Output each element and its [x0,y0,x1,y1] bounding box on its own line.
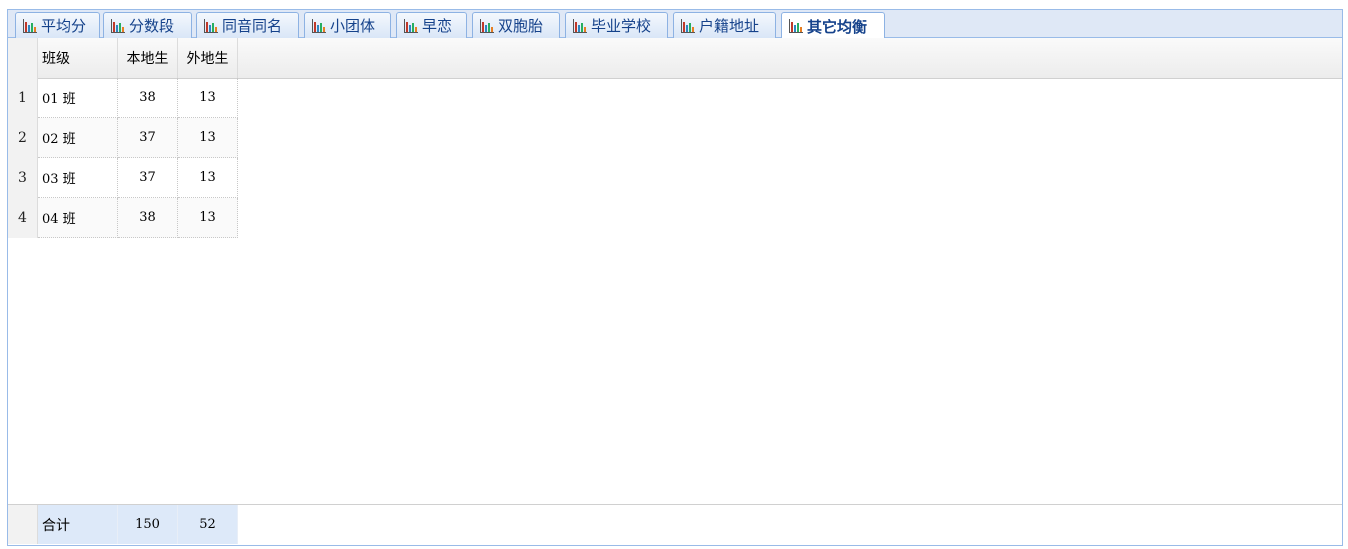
tab-puppy-love[interactable]: 早恋 [396,12,467,38]
cell-nonlocal[interactable]: 13 [178,78,238,118]
tab-small-group[interactable]: 小团体 [304,12,391,38]
cell-class[interactable]: 03 班 [38,158,118,198]
bar-chart-icon [480,18,494,33]
tab-label: 早恋 [422,17,453,35]
column-header-nonlocal[interactable]: 外地生 [178,38,238,78]
tab-other-balance[interactable]: 其它均衡 [781,12,885,39]
tab-label: 户籍地址 [699,17,760,35]
cell-class[interactable]: 04 班 [38,198,118,238]
bar-chart-icon [681,18,695,33]
column-header-class[interactable]: 班级 [38,38,118,78]
bar-chart-icon [404,18,418,33]
tab-label: 同音同名 [222,17,283,35]
cell-nonlocal[interactable]: 13 [178,158,238,198]
cell-class[interactable]: 02 班 [38,118,118,158]
tab-label: 平均分 [41,17,87,35]
summary-row: 合计 150 52 [8,504,1342,545]
tab-label: 分数段 [129,17,175,35]
cell-nonlocal[interactable]: 13 [178,118,238,158]
tab-label: 双胞胎 [498,17,544,35]
tab-label: 小团体 [330,17,376,35]
bar-chart-icon [312,18,326,33]
tab-score-range[interactable]: 分数段 [103,12,192,38]
row-number: 1 [8,78,38,118]
cell-local[interactable]: 37 [118,158,178,198]
bar-chart-icon [23,18,37,33]
row-number-header [8,38,38,78]
grid-header: 班级 本地生 外地生 [8,38,1342,79]
tab-household-address[interactable]: 户籍地址 [673,12,776,38]
tab-graduated-school[interactable]: 毕业学校 [565,12,668,38]
bar-chart-icon [111,18,125,33]
tab-twins[interactable]: 双胞胎 [472,12,560,38]
row-number: 2 [8,118,38,158]
row-number: 3 [8,158,38,198]
tab-homophone-name[interactable]: 同音同名 [196,12,299,38]
data-grid: 班级 本地生 外地生 1 01 班 38 13 2 02 班 37 13 3 0… [8,38,1342,545]
tab-average-score[interactable]: 平均分 [15,12,100,38]
row-number: 4 [8,198,38,238]
bar-chart-icon [573,18,587,33]
cell-class[interactable]: 01 班 [38,78,118,118]
bar-chart-icon [204,18,218,33]
cell-local[interactable]: 38 [118,78,178,118]
cell-local[interactable]: 37 [118,118,178,158]
summary-row-number [8,505,38,544]
column-header-local[interactable]: 本地生 [118,38,178,78]
cell-local[interactable]: 38 [118,198,178,238]
summary-nonlocal-total: 52 [178,505,238,544]
tab-label: 其它均衡 [807,17,868,36]
tab-label: 毕业学校 [591,17,652,35]
tab-panel: 平均分 分数段 同音同名 小团体 早恋 双胞胎 毕业学校 户籍地址 其它均衡 班… [7,9,1343,546]
cell-nonlocal[interactable]: 13 [178,198,238,238]
tab-strip: 平均分 分数段 同音同名 小团体 早恋 双胞胎 毕业学校 户籍地址 其它均衡 [8,10,1342,39]
summary-label: 合计 [38,505,118,544]
bar-chart-icon [789,19,803,33]
summary-local-total: 150 [118,505,178,544]
